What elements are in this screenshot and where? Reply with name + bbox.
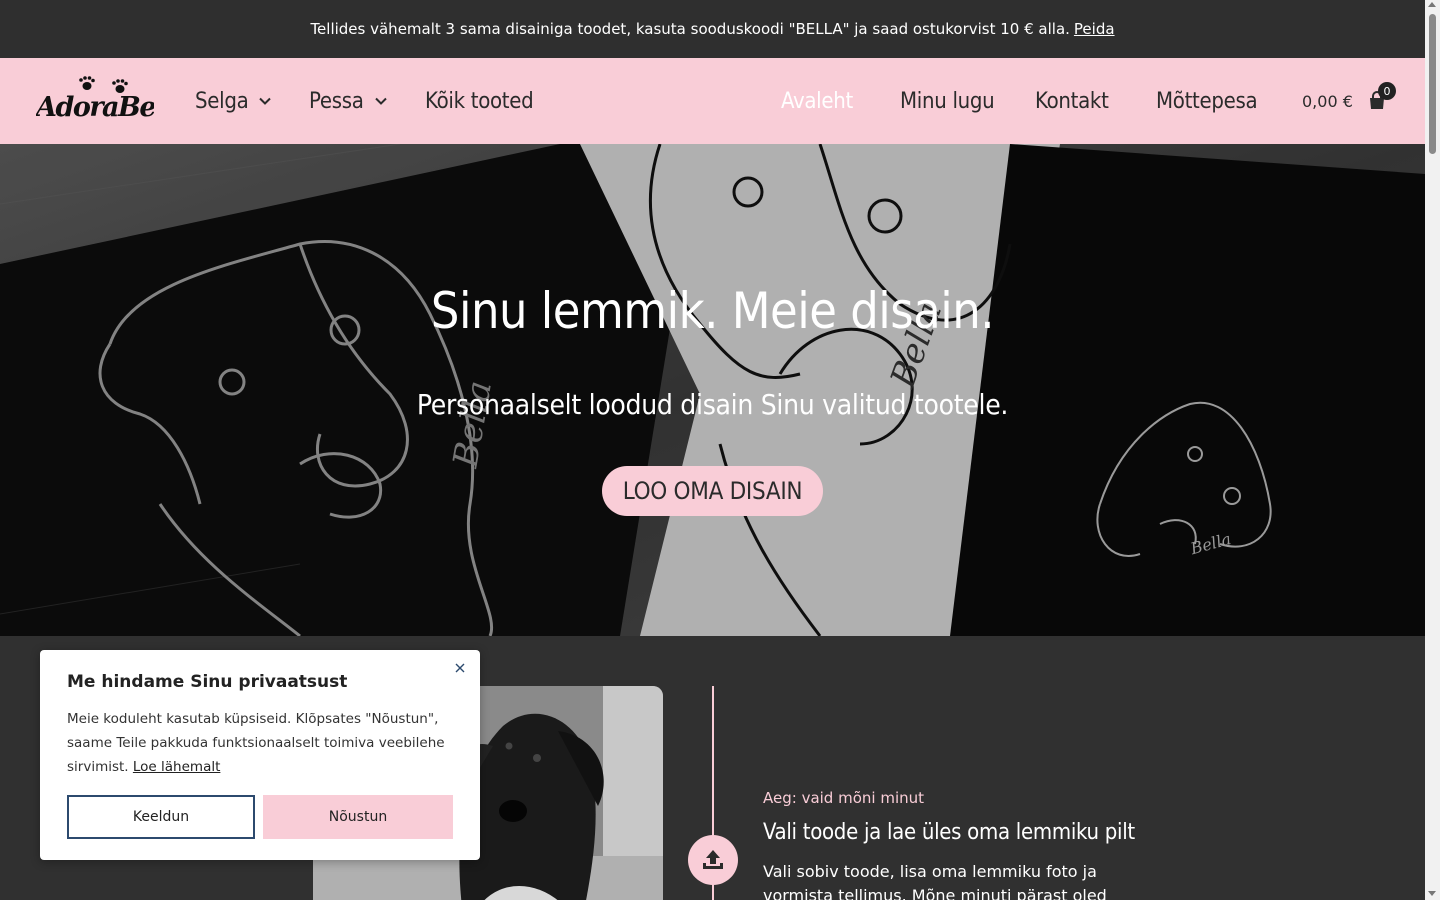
cart-count-badge: 0 (1378, 82, 1396, 100)
nav-kontakt-label: Kontakt (1035, 88, 1109, 114)
cookie-accept-button[interactable]: Nõustun (263, 795, 453, 839)
nav-selga[interactable]: Selga (195, 58, 272, 144)
svg-text:AdoraBella: AdoraBella (36, 92, 154, 123)
scrollbar[interactable] (1425, 0, 1440, 900)
cookie-body: Meie koduleht kasutab küpsiseid. Klõpsat… (67, 711, 445, 775)
cart-total: 0,00 € (1302, 91, 1353, 111)
scrollbar-thumb[interactable] (1429, 14, 1436, 154)
chevron-down-icon (374, 97, 387, 105)
cookie-read-more-link[interactable]: Loe lähemalt (133, 759, 221, 775)
announcement-text: Tellides vähemalt 3 sama disainiga toode… (310, 20, 1070, 38)
cookie-title: Me hindame Sinu privaatsust (67, 672, 348, 692)
cookie-decline-button[interactable]: Keeldun (67, 795, 255, 839)
cookie-consent-dialog: Me hindame Sinu privaatsust Meie koduleh… (40, 650, 480, 860)
announcement-dismiss-link[interactable]: Peida (1074, 20, 1115, 38)
site-header: AdoraBella Selga Pessa Kõik tooted Avale… (0, 58, 1425, 144)
logo[interactable]: AdoraBella (33, 76, 190, 126)
nav-selga-label: Selga (195, 88, 249, 114)
nav-avaleht[interactable]: Avaleht (781, 58, 853, 144)
upload-icon (703, 850, 723, 869)
close-icon[interactable] (452, 660, 468, 676)
logo-image: AdoraBella (33, 76, 190, 123)
cart-button[interactable]: 0,00 € (1302, 58, 1387, 144)
upload-step-badge (688, 835, 738, 885)
hero-title: Sinu lemmik. Meie disain. (430, 282, 995, 340)
nav-koik-tooted[interactable]: Kõik tooted (425, 58, 534, 144)
hero-subtitle: Personaalselt loodud disain Sinu valitud… (416, 388, 1009, 421)
nav-minu-lugu[interactable]: Minu lugu (900, 58, 995, 144)
scroll-up-arrow-icon[interactable] (1428, 2, 1436, 7)
nav-pessa[interactable]: Pessa (309, 58, 388, 144)
hero-banner: Bella Bella Bella Sinu lemmik. Meie disa… (0, 144, 1425, 636)
step-title: Vali toode ja lae üles oma lemmiku pilt (763, 820, 1135, 845)
chevron-down-icon (259, 97, 272, 105)
step-time: Aeg: vaid mõni minut (763, 789, 925, 807)
nav-minu-lugu-label: Minu lugu (900, 88, 995, 114)
nav-avaleht-label: Avaleht (781, 88, 853, 114)
nav-pessa-label: Pessa (309, 88, 364, 114)
nav-koik-tooted-label: Kõik tooted (425, 88, 534, 114)
cookie-text: Meie koduleht kasutab küpsiseid. Klõpsat… (67, 707, 447, 779)
step-text: Vali sobiv toode, lisa oma lemmiku foto … (763, 862, 1107, 900)
create-design-button[interactable]: LOO OMA DISAIN (602, 466, 823, 516)
nav-kontakt[interactable]: Kontakt (1035, 58, 1109, 144)
nav-mottepesa-label: Mõttepesa (1156, 88, 1258, 114)
nav-mottepesa[interactable]: Mõttepesa (1156, 58, 1258, 144)
scroll-down-arrow-icon[interactable] (1428, 891, 1436, 896)
announcement-bar: Tellides vähemalt 3 sama disainiga toode… (0, 0, 1425, 58)
page: Tellides vähemalt 3 sama disainiga toode… (0, 0, 1440, 900)
